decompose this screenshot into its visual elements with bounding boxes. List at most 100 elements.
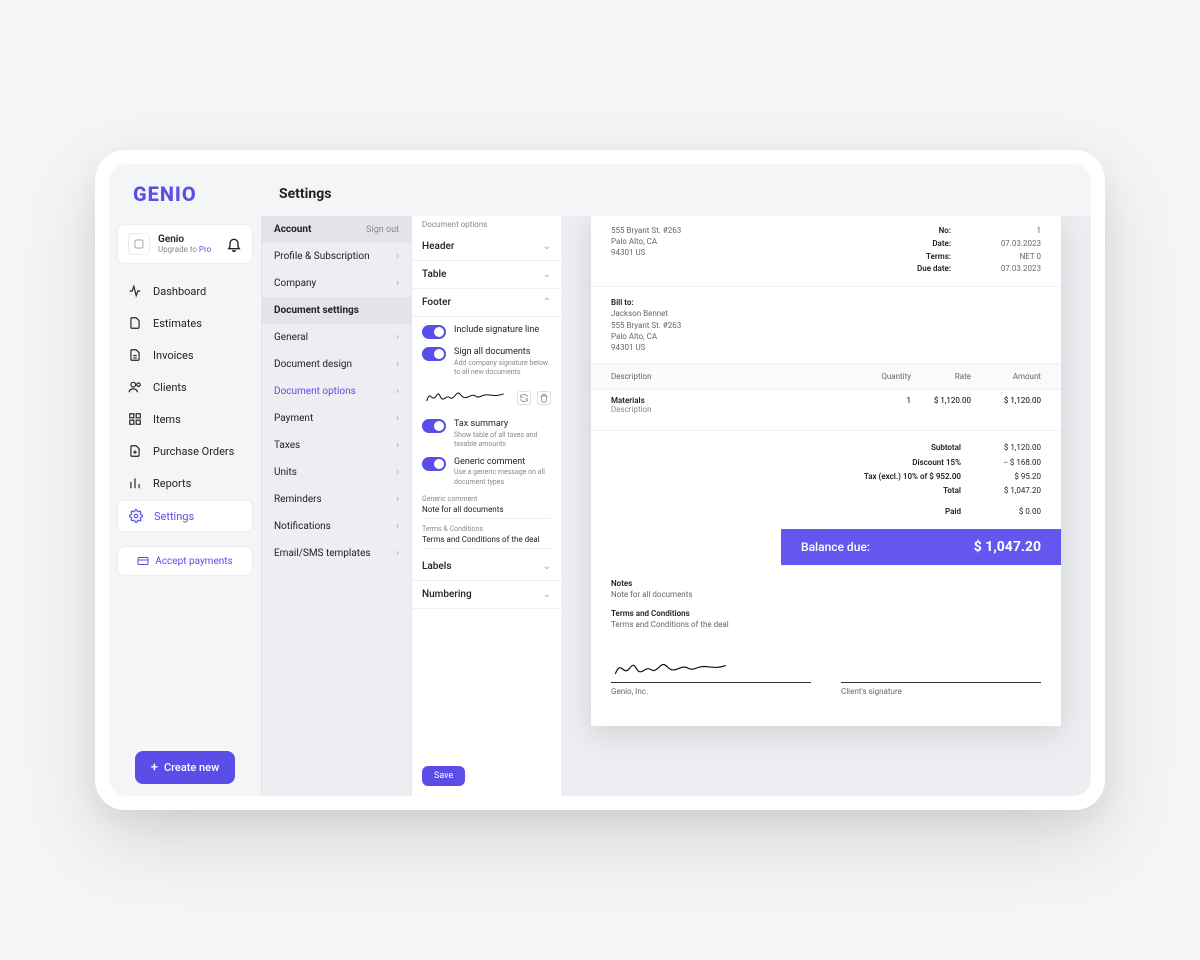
from-address: 555 Bryant St. #263 Palo Alto, CA 94301 … <box>611 225 681 276</box>
invoice-icon <box>127 347 143 363</box>
users-icon <box>127 379 143 395</box>
sidebar: Genio Upgrade to Pro Dashboard Estimates… <box>109 216 261 796</box>
nav-settings[interactable]: Settings <box>117 500 253 532</box>
company-signature <box>611 653 811 683</box>
nav-purchase-orders[interactable]: Purchase Orders <box>117 436 253 466</box>
chevron-down-icon: ⌄ <box>543 241 551 252</box>
app-screen: GENIO Settings Genio Upgrade to Pro Dash… <box>109 164 1091 796</box>
signature-preview-row <box>422 385 551 411</box>
section-footer-toggle[interactable]: Footer⌃ <box>412 289 561 317</box>
chevron-right-icon: › <box>396 332 399 343</box>
card-icon <box>137 555 149 567</box>
chevron-right-icon: › <box>396 467 399 478</box>
device-frame: GENIO Settings Genio Upgrade to Pro Dash… <box>95 150 1105 810</box>
doc-meta: No:1 Date:07.03.2023 Terms:NET 0 Due dat… <box>917 225 1041 276</box>
file-icon <box>127 315 143 331</box>
settings-reminders[interactable]: Reminders› <box>262 486 411 513</box>
gear-icon <box>128 508 144 524</box>
bill-to: Bill to: Jackson Bennet 555 Bryant St. #… <box>591 286 1061 364</box>
refresh-signature-button[interactable] <box>517 391 531 405</box>
chevron-right-icon: › <box>396 548 399 559</box>
generic-comment-label: Generic comment <box>422 495 551 503</box>
toggle-switch[interactable] <box>422 347 446 361</box>
settings-taxes[interactable]: Taxes› <box>262 432 411 459</box>
footer-section-content: Include signature line Sign all document… <box>412 317 561 553</box>
section-labels-toggle[interactable]: Labels⌄ <box>412 553 561 581</box>
app-logo: GENIO <box>133 182 279 206</box>
toggle-sign-all: Sign all documentsAdd company signature … <box>422 347 551 377</box>
settings-document-options[interactable]: Document options› <box>262 378 411 405</box>
toggle-generic-comment: Generic commentUse a generic message on … <box>422 457 551 487</box>
grid-icon <box>127 411 143 427</box>
bell-icon[interactable] <box>226 236 242 252</box>
plus-icon: + <box>151 761 158 774</box>
section-table-toggle[interactable]: Table⌄ <box>412 261 561 289</box>
chevron-right-icon: › <box>396 386 399 397</box>
create-new-button[interactable]: +Create new <box>135 751 235 784</box>
settings-templates[interactable]: Email/SMS templates› <box>262 540 411 567</box>
terms-field[interactable]: Terms and Conditions of the deal <box>422 533 551 549</box>
nav-estimates[interactable]: Estimates <box>117 308 253 338</box>
settings-notifications[interactable]: Notifications› <box>262 513 411 540</box>
line-item: MaterialsDescription 1 $ 1,120.00 $ 1,12… <box>591 390 1061 431</box>
nav-reports[interactable]: Reports <box>117 468 253 498</box>
delete-signature-button[interactable] <box>537 391 551 405</box>
section-header-toggle[interactable]: Header⌄ <box>412 233 561 261</box>
document-preview: 555 Bryant St. #263 Palo Alto, CA 94301 … <box>591 216 1061 726</box>
nav-dashboard[interactable]: Dashboard <box>117 276 253 306</box>
main-nav: Dashboard Estimates Invoices Clients Ite… <box>117 276 253 534</box>
nav-items[interactable]: Items <box>117 404 253 434</box>
settings-profile[interactable]: Profile & Subscription› <box>262 243 411 270</box>
toggle-include-signature: Include signature line <box>422 325 551 339</box>
chevron-right-icon: › <box>396 494 399 505</box>
save-button[interactable]: Save <box>422 766 465 786</box>
settings-company[interactable]: Company› <box>262 270 411 297</box>
toggle-tax-summary: Tax summaryShow table of all taxes and t… <box>422 419 551 449</box>
settings-panel: AccountSign out Profile & Subscription› … <box>261 216 411 796</box>
settings-units[interactable]: Units› <box>262 459 411 486</box>
settings-document-design[interactable]: Document design› <box>262 351 411 378</box>
settings-general[interactable]: General› <box>262 324 411 351</box>
nav-invoices[interactable]: Invoices <box>117 340 253 370</box>
chevron-right-icon: › <box>396 359 399 370</box>
avatar <box>128 233 150 255</box>
settings-payment[interactable]: Payment› <box>262 405 411 432</box>
toggle-switch[interactable] <box>422 457 446 471</box>
toggle-switch[interactable] <box>422 419 446 433</box>
section-numbering-toggle[interactable]: Numbering⌄ <box>412 581 561 609</box>
document-preview-area: 555 Bryant St. #263 Palo Alto, CA 94301 … <box>561 216 1091 796</box>
sign-out-link[interactable]: Sign out <box>366 225 399 235</box>
chevron-down-icon: ⌄ <box>543 269 551 280</box>
section-account: AccountSign out <box>262 216 411 243</box>
terms-label: Terms & Conditions <box>422 525 551 533</box>
chevron-right-icon: › <box>396 278 399 289</box>
app-body: Genio Upgrade to Pro Dashboard Estimates… <box>109 216 1091 796</box>
signature-image <box>422 385 517 411</box>
document-options-panel: Document options Header⌄ Table⌄ Footer⌃ … <box>411 216 561 796</box>
balance-due: Balance due: $ 1,047.20 <box>781 529 1061 565</box>
notes-section: Notes Note for all documents Terms and C… <box>591 565 1061 643</box>
signature-section: Genio, Inc. Client's signature <box>591 643 1061 706</box>
toggle-switch[interactable] <box>422 325 446 339</box>
chevron-right-icon: › <box>396 251 399 262</box>
chart-icon <box>127 475 143 491</box>
chevron-right-icon: › <box>396 413 399 424</box>
page-title: Settings <box>279 186 331 202</box>
account-card[interactable]: Genio Upgrade to Pro <box>117 224 253 264</box>
nav-clients[interactable]: Clients <box>117 372 253 402</box>
chevron-down-icon: ⌄ <box>543 589 551 600</box>
client-signature <box>841 653 1041 683</box>
chevron-up-icon: ⌃ <box>543 297 551 308</box>
generic-comment-field[interactable]: Note for all documents <box>422 503 551 519</box>
section-document-settings: Document settings <box>262 297 411 324</box>
app-header: GENIO Settings <box>109 164 1091 216</box>
upgrade-plan[interactable]: Pro <box>199 245 211 254</box>
file-plus-icon <box>127 443 143 459</box>
account-name: Genio <box>158 234 226 245</box>
chevron-down-icon: ⌄ <box>543 561 551 572</box>
totals: Subtotal$ 1,120.00 Discount 15%− $ 168.0… <box>591 431 1061 529</box>
panel-breadcrumb: Document options <box>412 216 561 233</box>
chevron-right-icon: › <box>396 521 399 532</box>
accept-payments-button[interactable]: Accept payments <box>117 546 253 576</box>
line-items-header: Description Quantity Rate Amount <box>591 364 1061 390</box>
